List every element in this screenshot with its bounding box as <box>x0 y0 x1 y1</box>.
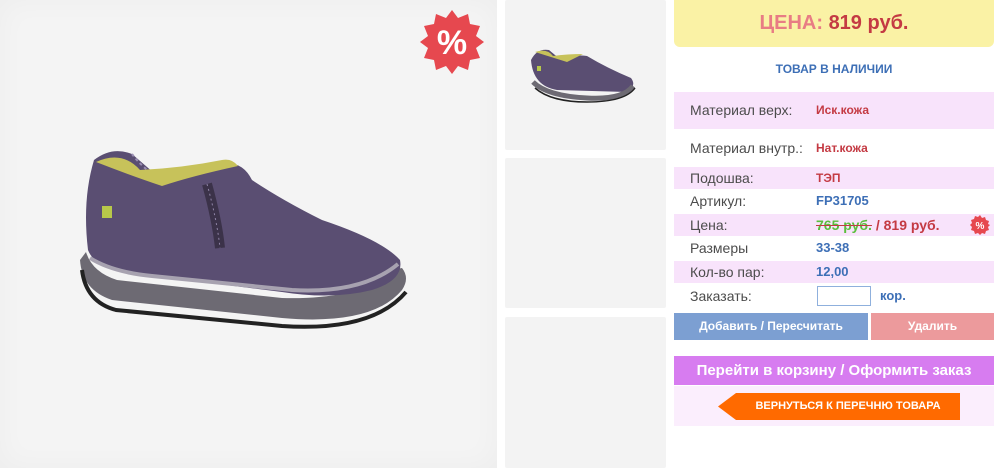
spec-value: 33-38 <box>816 240 850 255</box>
back-button-label: ВЕРНУТЬСЯ К ПЕРЕЧНЮ ТОВАРА <box>755 400 941 412</box>
order-unit: кор. <box>880 288 906 303</box>
spec-label: Артикул: <box>690 193 747 209</box>
spec-value: ТЭП <box>816 171 841 185</box>
spec-value: FP31705 <box>816 193 869 208</box>
spec-label: Материал верх: <box>690 102 793 118</box>
spec-row-article: Артикул: FP31705 <box>674 190 994 212</box>
shoe-thumbnail-image <box>531 49 636 103</box>
spec-row-material-inner: Материал внутр.: Нат.кожа <box>674 130 994 167</box>
spec-value: 765 руб. / 819 руб. <box>816 214 940 236</box>
price-header: ЦЕНА: 819 руб. <box>674 0 994 47</box>
price-label: ЦЕНА: <box>759 12 824 34</box>
spec-label: Цена: <box>690 217 728 233</box>
old-price: 765 руб. <box>816 217 872 233</box>
spec-row-price: Цена: 765 руб. / 819 руб. % <box>674 214 994 236</box>
sale-badge-glyph: % <box>437 24 467 62</box>
spec-label: Заказать: <box>690 288 752 304</box>
spec-value: Иск.кожа <box>816 103 869 117</box>
add-recalculate-button[interactable]: Добавить / Пересчитать <box>674 313 868 340</box>
spec-row-sole: Подошва: ТЭП <box>674 167 994 189</box>
order-quantity-input[interactable] <box>817 286 871 306</box>
spec-label: Размеры <box>690 240 749 256</box>
back-to-list-button[interactable]: ВЕРНУТЬСЯ К ПЕРЕЧНЮ ТОВАРА <box>718 393 960 420</box>
spec-value: 12,00 <box>816 264 849 279</box>
thumbnail-2[interactable] <box>505 158 666 308</box>
spec-label: Материал внутр.: <box>690 140 803 156</box>
spec-value: Нат.кожа <box>816 141 868 155</box>
thumbnail-1[interactable] <box>505 0 666 150</box>
discount-badge-glyph: % <box>976 221 985 232</box>
thumbnail-3[interactable] <box>505 317 666 468</box>
spec-row-sizes: Размеры 33-38 <box>674 237 994 259</box>
spec-row-order: Заказать: кор. <box>674 285 994 307</box>
discount-badge-icon: % <box>970 215 990 235</box>
back-button-area: ВЕРНУТЬСЯ К ПЕРЕЧНЮ ТОВАРА <box>674 386 994 426</box>
shoe-image <box>80 151 408 329</box>
spec-label: Подошва: <box>690 170 754 186</box>
new-price: 819 руб. <box>883 217 940 233</box>
price-separator: / <box>871 217 884 233</box>
main-product-photo[interactable]: % <box>0 0 497 468</box>
price-value: 819 руб. <box>828 12 909 34</box>
stock-status: ТОВАР В НАЛИЧИИ <box>775 62 893 76</box>
go-to-cart-button[interactable]: Перейти в корзину / Оформить заказ <box>674 356 994 385</box>
spec-row-pairs: Кол-во пар: 12,00 <box>674 261 994 283</box>
spec-label: Кол-во пар: <box>690 264 765 280</box>
sale-badge: % <box>420 10 484 74</box>
delete-button[interactable]: Удалить <box>871 313 994 340</box>
spec-row-material-top: Материал верх: Иск.кожа <box>674 92 994 129</box>
